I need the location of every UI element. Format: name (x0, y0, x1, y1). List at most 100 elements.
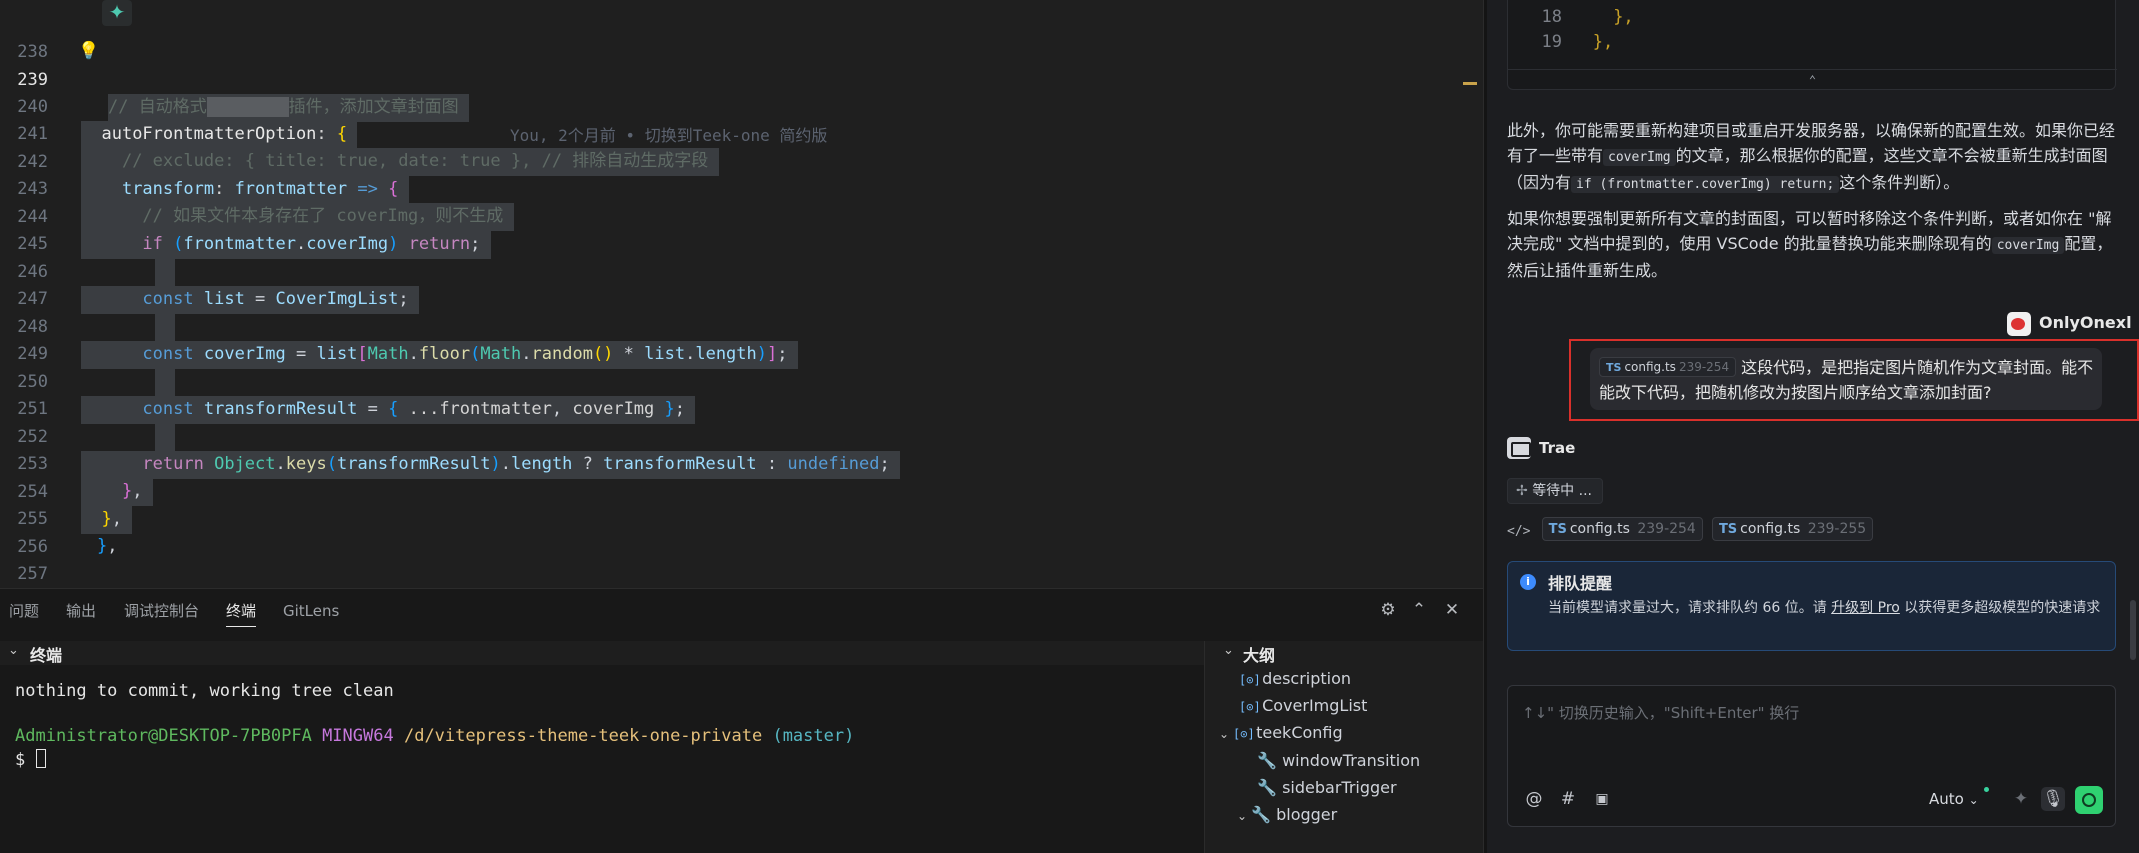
code-line: 257 markdown: { (0, 533, 1483, 584)
variable-icon: [⊙] (1239, 700, 1261, 714)
chat-input-box: @ # ▣ Auto ⌄ ✦ 🎙 (1507, 685, 2116, 827)
terminal-user: Administrator@DESKTOP-7PB0PFA (15, 726, 312, 746)
chevron-down-icon: ⌄ (1219, 727, 1230, 741)
trae-logo-icon (1507, 437, 1531, 459)
terminal-cursor (35, 749, 46, 768)
sparkle-icon[interactable]: ✦ (2009, 787, 2033, 811)
code-line: 249 (0, 313, 1483, 396)
user-name: OnlyOnexl (2039, 313, 2132, 332)
terminal-prompt-line: Administrator@DESKTOP-7PB0PFA MINGW64 /d… (15, 726, 854, 746)
file-reference-chip[interactable]: TS config.ts 239-255 (1711, 517, 1874, 541)
sparkle-icon: ✢ (1516, 483, 1528, 499)
chevron-down-icon: ⌄ (1237, 809, 1248, 823)
tab-debug-console[interactable]: 调试控制台 (124, 589, 199, 633)
panel-tab-bar: 问题 输出 调试控制台 终端 GitLens ⚙ ⌃ ✕ (0, 589, 1483, 633)
inline-code: coverImg (1991, 237, 2065, 254)
chip-range: 239-255 (1807, 521, 1867, 537)
close-panel-icon[interactable]: ✕ (1441, 599, 1463, 621)
chat-scrollbar[interactable] (2130, 600, 2136, 660)
code-line: 244 if (frontmatter.coverImg) return; (0, 176, 1483, 259)
chat-input[interactable] (1522, 702, 2102, 762)
code-line: 255 }, (0, 478, 1483, 557)
terminal-input-line[interactable]: $ (15, 749, 46, 770)
code-snippet-card: 18 }, 19 }, ⌃ (1507, 0, 2117, 90)
outline-item-coverimglist[interactable]: [⊙] CoverImgList (1239, 692, 1367, 719)
image-icon[interactable]: ▣ (1590, 787, 1614, 811)
wrench-icon: 🔧 (1257, 778, 1277, 797)
bottom-panel: 问题 输出 调试控制台 终端 GitLens ⚙ ⌃ ✕ ⌄ 终端 nothin… (0, 588, 1483, 853)
code-line: 258 config: (md) => { (0, 561, 1483, 588)
chevron-down-icon: ⌄ (1968, 793, 1979, 807)
snippet-line-number: 18 (1541, 7, 1562, 27)
model-label: Auto (1929, 790, 1964, 808)
chip-range: 239-254 (1678, 360, 1730, 374)
text: 以获得更多超级模型的快速请求 (1904, 600, 2101, 616)
context-references: </> TS config.ts 239-254 TS config.ts 239-… (1507, 517, 1877, 541)
text: 这个条件判断）。 (1839, 173, 1960, 192)
chevron-down-icon: ⌄ (8, 643, 19, 658)
mention-icon[interactable]: @ (1522, 787, 1546, 811)
tab-output[interactable]: 输出 (66, 589, 96, 633)
outline-item-label: description (1262, 669, 1352, 688)
outline-item-label: CoverImgList (1262, 696, 1368, 715)
assistant-name: Trae (1539, 439, 1576, 457)
microphone-icon[interactable]: 🎙 (2041, 787, 2065, 811)
typescript-icon: TS (1548, 522, 1567, 537)
chip-file: config.ts (1624, 360, 1676, 374)
file-reference-chip[interactable]: TS config.ts 239-254 (1599, 357, 1737, 377)
variable-icon: [⊙] (1233, 727, 1255, 741)
collapse-snippet-button[interactable]: ⌃ (1508, 69, 2117, 89)
queue-body: 当前模型请求量过大，请求排队约 66 位。请 升级到 Pro 以获得更多超级模型… (1548, 597, 2108, 619)
hash-icon[interactable]: # (1556, 787, 1580, 811)
code-line: 242 transform: frontmatter => { (0, 121, 1483, 204)
model-select[interactable]: Auto ⌄ (1929, 787, 1979, 811)
terminal-prompt: $ (15, 750, 26, 770)
tab-terminal[interactable]: 终端 (226, 589, 257, 633)
panel-settings-icon[interactable]: ⚙ (1377, 599, 1399, 621)
chip-file: config.ts (1569, 521, 1630, 537)
typescript-icon: TS (1718, 522, 1738, 537)
code-line: 248 const coverImg = list[Math.floor(Mat… (0, 286, 1483, 369)
assistant-paragraph: 如果你想要强制更新所有文章的封面图，可以暂时移除这个条件判断，或者如你在 "解决… (1507, 206, 2119, 283)
tab-gitlens[interactable]: GitLens (283, 589, 339, 633)
code-line: 246 const list = CoverImgList; (0, 231, 1483, 314)
code-editor[interactable]: ✦ 💡 238 239 // 自动格式 插件，添加文章封面图 You, 2个月前… (0, 0, 1483, 588)
text: 当前模型请求量过大，请求排队约 66 位。请 (1548, 600, 1827, 616)
avatar (2007, 312, 2031, 336)
code-line: 241 // exclude: { title: true, date: tru… (0, 93, 1483, 176)
code-line: 256 (0, 506, 1483, 557)
snippet-line-text: }, (1572, 7, 1634, 27)
inline-code: if (frontmatter.coverImg) return; (1571, 176, 1840, 193)
chevron-down-icon: ⌄ (1223, 643, 1234, 658)
typescript-icon: TS (1606, 361, 1622, 374)
tab-problems[interactable]: 问题 (9, 589, 39, 633)
file-reference-chip[interactable]: TS config.ts 239-254 (1541, 517, 1703, 541)
code-line: 245 (0, 203, 1483, 286)
code-line: 252 return Object.keys(transformResult).… (0, 396, 1483, 479)
status-dot (1984, 787, 1989, 792)
outline-item-sidebartrigger[interactable]: 🔧 sidebarTrigger (1257, 774, 1397, 801)
maximize-panel-icon[interactable]: ⌃ (1408, 599, 1430, 621)
upgrade-pro-link[interactable]: 升级到 Pro (1831, 600, 1900, 616)
outline-item-description[interactable]: [⊙] description (1239, 665, 1351, 692)
waiting-status: ✢ 等待中 ... (1507, 478, 1603, 504)
terminal[interactable]: nothing to commit, working tree clean Ad… (0, 665, 1204, 853)
outline-item-blogger[interactable]: ⌄ 🔧 blogger (1237, 801, 1337, 828)
terminal-title: 终端 (30, 646, 63, 665)
terminal-header[interactable]: ⌄ 终端 (0, 641, 1204, 665)
outline-title: 大纲 (1243, 646, 1276, 665)
code-line: 240 autoFrontmatterOption: { (0, 66, 1483, 149)
send-button[interactable] (2075, 786, 2103, 814)
code-line: 250 const transformResult = { ...frontma… (0, 341, 1483, 424)
inline-code: coverImg (1603, 149, 1676, 166)
queue-notice: i 排队提醒 当前模型请求量过大，请求排队约 66 位。请 升级到 Pro 以获… (1507, 561, 2116, 651)
outline-item-windowtransition[interactable]: 🔧 windowTransition (1257, 747, 1420, 774)
outline-item-label: windowTransition (1282, 751, 1421, 770)
outline-item-teekconfig[interactable]: ⌄ [⊙] teekConfig (1219, 719, 1343, 746)
code-line: 251 (0, 368, 1483, 451)
outline-view: ⌄ 大纲 [⊙] description [⊙] CoverImgList ⌄[… (1204, 641, 1483, 853)
outline-header[interactable]: ⌄ 大纲 (1205, 641, 1483, 665)
assistant-paragraph: 此外，你可能需要重新构建项目或重启开发服务器，以确保新的配置生效。如果你已经有了… (1507, 118, 2119, 197)
terminal-line: nothing to commit, working tree clean (15, 681, 394, 701)
snippet-line-number: 19 (1541, 32, 1562, 52)
